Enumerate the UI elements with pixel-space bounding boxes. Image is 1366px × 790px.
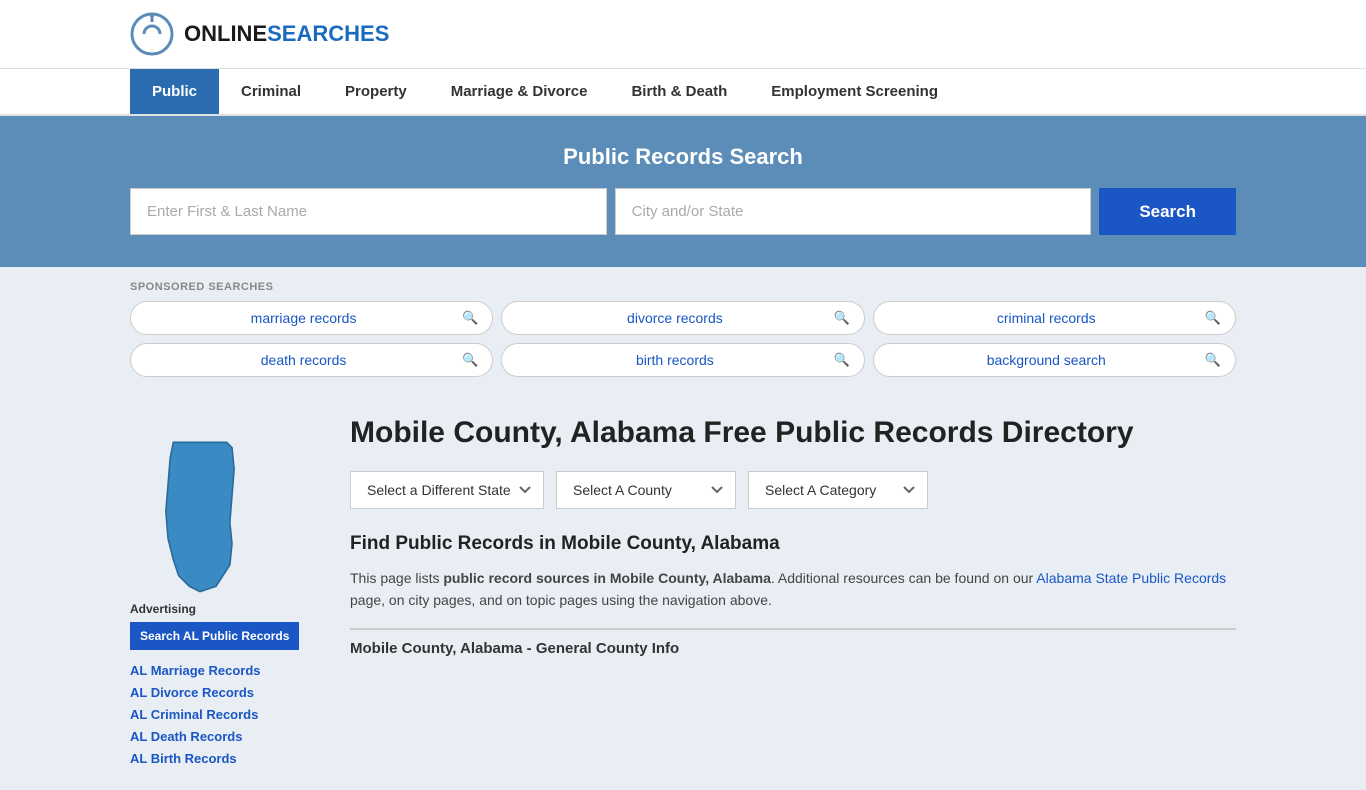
search-banner: Public Records Search Search: [0, 116, 1366, 267]
sponsored-death[interactable]: death records 🔍: [130, 343, 493, 377]
sidebar-link-death[interactable]: AL Death Records: [130, 728, 320, 746]
search-form: Search: [130, 188, 1236, 235]
nav-item-marriage-divorce[interactable]: Marriage & Divorce: [429, 69, 610, 114]
search-icon-1: 🔍: [462, 310, 478, 326]
sidebar-ad-label: Advertising: [130, 602, 320, 616]
find-text-bold: public record sources in Mobile County, …: [443, 570, 771, 586]
main-content: Mobile County, Alabama Free Public Recor…: [320, 399, 1236, 790]
find-text-mid: . Additional resources can be found on o…: [771, 570, 1036, 586]
header: ONLINESEARCHES: [0, 0, 1366, 69]
state-dropdown[interactable]: Select a Different State: [350, 471, 544, 509]
find-title: Find Public Records in Mobile County, Al…: [350, 533, 1236, 555]
nav-item-birth-death[interactable]: Birth & Death: [609, 69, 749, 114]
sidebar-ad-button[interactable]: Search AL Public Records: [130, 622, 299, 650]
search-icon-3: 🔍: [1205, 310, 1221, 326]
logo-searches: SEARCHES: [267, 21, 389, 46]
sidebar-link-divorce[interactable]: AL Divorce Records: [130, 684, 320, 702]
sidebar: Advertising Search AL Public Records AL …: [130, 399, 320, 790]
sponsored-divorce[interactable]: divorce records 🔍: [501, 301, 864, 335]
search-button[interactable]: Search: [1099, 188, 1236, 235]
sponsored-background-link[interactable]: background search: [888, 352, 1205, 368]
sponsored-criminal[interactable]: criminal records 🔍: [873, 301, 1236, 335]
sidebar-link-marriage[interactable]: AL Marriage Records: [130, 662, 320, 680]
sponsored-marriage-link[interactable]: marriage records: [145, 310, 462, 326]
name-input[interactable]: [130, 188, 607, 235]
search-banner-title: Public Records Search: [130, 144, 1236, 170]
sponsored-divorce-link[interactable]: divorce records: [516, 310, 833, 326]
dropdowns-row: Select a Different State Select A County…: [350, 471, 1236, 509]
directory-title: Mobile County, Alabama Free Public Recor…: [350, 415, 1236, 451]
county-dropdown[interactable]: Select A County: [556, 471, 736, 509]
main-nav: Public Criminal Property Marriage & Divo…: [0, 69, 1366, 116]
search-icon-5: 🔍: [833, 352, 849, 368]
sponsored-birth[interactable]: birth records 🔍: [501, 343, 864, 377]
sponsored-criminal-link[interactable]: criminal records: [888, 310, 1205, 326]
find-text-end: page, on city pages, and on topic pages …: [350, 592, 772, 608]
logo-text: ONLINESEARCHES: [184, 21, 389, 47]
logo-online: ONLINE: [184, 21, 267, 46]
find-text-intro: This page lists: [350, 570, 443, 586]
search-icon-4: 🔍: [462, 352, 478, 368]
nav-item-public[interactable]: Public: [130, 69, 219, 114]
county-info-title: Mobile County, Alabama - General County …: [350, 628, 1236, 657]
logo-icon: [130, 12, 174, 56]
sponsored-death-link[interactable]: death records: [145, 352, 462, 368]
sponsored-grid: marriage records 🔍 divorce records 🔍 cri…: [130, 301, 1236, 377]
sidebar-link-birth[interactable]: AL Birth Records: [130, 750, 320, 768]
nav-item-criminal[interactable]: Criminal: [219, 69, 323, 114]
nav-item-employment[interactable]: Employment Screening: [749, 69, 960, 114]
alabama-state-link[interactable]: Alabama State Public Records: [1036, 570, 1226, 586]
sponsored-label: SPONSORED SEARCHES: [130, 281, 1236, 293]
sidebar-links: AL Marriage Records AL Divorce Records A…: [130, 662, 320, 768]
nav-item-property[interactable]: Property: [323, 69, 429, 114]
state-map: [130, 437, 320, 602]
sponsored-marriage[interactable]: marriage records 🔍: [130, 301, 493, 335]
sponsored-background[interactable]: background search 🔍: [873, 343, 1236, 377]
category-dropdown[interactable]: Select A Category: [748, 471, 928, 509]
search-icon-6: 🔍: [1205, 352, 1221, 368]
find-text: This page lists public record sources in…: [350, 567, 1236, 612]
location-input[interactable]: [615, 188, 1092, 235]
search-icon-2: 🔍: [833, 310, 849, 326]
logo: ONLINESEARCHES: [130, 12, 389, 56]
sponsored-birth-link[interactable]: birth records: [516, 352, 833, 368]
sidebar-link-criminal[interactable]: AL Criminal Records: [130, 706, 320, 724]
